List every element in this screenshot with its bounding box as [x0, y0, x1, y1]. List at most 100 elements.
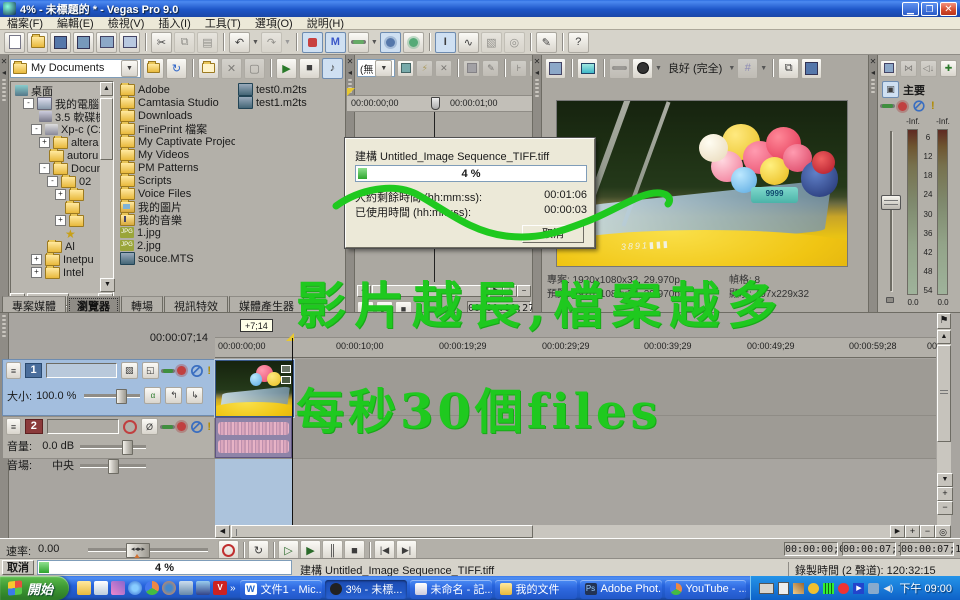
close-button[interactable]: ✕ — [940, 2, 957, 16]
timeline-ruler[interactable]: 00:00:00;00 00:00:10;00 00:00:19;29 00:0… — [215, 338, 936, 358]
tree-item[interactable]: -02 — [13, 175, 113, 188]
address-dropdown-icon[interactable]: ▼ — [121, 60, 138, 77]
tray-player-icon[interactable]: ▶ — [853, 583, 864, 594]
tree-item[interactable]: +Intel — [13, 266, 113, 279]
track1-mute-icon[interactable] — [191, 365, 202, 377]
bus-mute-icon[interactable] — [913, 100, 924, 111]
copy-icon[interactable]: ⧉ — [174, 32, 195, 53]
track1-plug-icon[interactable] — [163, 369, 173, 373]
mixer-properties-icon[interactable] — [880, 60, 897, 77]
tray-eq-icon[interactable] — [823, 583, 834, 594]
overlay-grid-icon[interactable]: # — [737, 58, 758, 79]
refresh-icon[interactable]: ↻ — [166, 58, 187, 79]
quality-dropdown-icon[interactable]: ▼ — [655, 65, 662, 72]
trimmer-scrollbar[interactable]: ◀ ▶ + − — [357, 285, 531, 297]
ql-document-icon[interactable] — [94, 581, 108, 595]
list-item[interactable]: PM Patterns — [120, 161, 235, 174]
downmix-icon[interactable]: ✚ — [940, 60, 957, 77]
ql-folder-icon[interactable] — [77, 581, 91, 595]
edit-icon[interactable]: ✎ — [482, 60, 499, 77]
marker-tool-icon[interactable]: ⚑ — [937, 313, 951, 329]
open-icon[interactable] — [27, 32, 48, 53]
track2-lane[interactable] — [215, 416, 936, 459]
render-as-icon[interactable] — [73, 32, 94, 53]
track1-name-field[interactable] — [46, 363, 117, 378]
close-pane-icon[interactable]: ✕ — [533, 57, 541, 66]
list-item[interactable]: test1.m2ts — [238, 96, 338, 109]
event-crop-icon[interactable] — [281, 365, 291, 373]
pin-pane-icon[interactable]: ◂ — [533, 68, 541, 77]
track2-record-icon[interactable] — [123, 420, 137, 434]
list-item[interactable]: JPG1.jpg — [120, 226, 235, 239]
task-notepad[interactable]: 未命名 - 記... — [410, 580, 492, 599]
tray-ime-icon[interactable] — [778, 582, 789, 595]
playhead-cursor[interactable] — [292, 338, 293, 525]
tree-item[interactable]: + — [13, 214, 113, 227]
track-grip[interactable]: ≡ — [6, 362, 21, 379]
ql-mail-icon[interactable] — [179, 581, 193, 595]
status-cancel-button[interactable]: 取消 — [2, 560, 34, 575]
pin-pane-icon[interactable]: ◂ — [346, 68, 354, 77]
bus-plug-icon[interactable] — [882, 104, 893, 108]
audio-event-clip[interactable] — [215, 417, 292, 458]
selection-start-timecode[interactable]: 00:00:00;00 — [784, 542, 838, 556]
tree-item[interactable]: 3.5 軟碟機 — [13, 110, 113, 123]
menu-view[interactable]: 檢視(V) — [101, 15, 152, 31]
list-item[interactable]: FinePrint 檔案 — [120, 122, 235, 135]
trimmer-ruler[interactable]: 00:00:00;00 00:00:01;00 — [347, 95, 533, 112]
ql-overflow-chevron-icon[interactable]: » — [230, 583, 236, 594]
list-item[interactable]: JPG2.jpg — [120, 239, 235, 252]
track2-pan-slider[interactable] — [80, 464, 146, 467]
ql-vb-icon[interactable]: V — [213, 581, 227, 595]
track-motion-icon[interactable]: ▧ — [121, 362, 138, 379]
taskbar-clock[interactable]: 下午 09:00 — [899, 580, 952, 596]
zoom-tool-icon[interactable]: ◎ — [504, 32, 525, 53]
restore-button[interactable]: ❐ — [921, 2, 938, 16]
explorer-grip[interactable]: ✕ ◂ — [0, 55, 9, 312]
undo-dropdown-icon[interactable]: ▼ — [252, 39, 259, 46]
save-icon[interactable] — [50, 32, 71, 53]
ignore-grouping-icon[interactable] — [380, 32, 401, 53]
marker-in-icon[interactable]: ⊦ — [510, 60, 527, 77]
task-adobe[interactable]: PsAdobe Phot... — [580, 580, 662, 599]
track2-solo-icon[interactable]: ! — [207, 421, 211, 433]
task-vegas-render[interactable]: 3% - 未標... — [325, 580, 407, 599]
bus-fx-icon[interactable] — [898, 102, 907, 111]
new-folder-icon[interactable] — [198, 58, 219, 79]
menu-tools[interactable]: 工具(T) — [198, 15, 248, 31]
tray-warning-icon[interactable] — [808, 583, 819, 594]
auto-preview-icon[interactable]: ♪ — [322, 58, 343, 79]
preview-quality-icon[interactable] — [632, 58, 653, 79]
child-track-icon[interactable]: ↳ — [186, 387, 203, 404]
tray-pen-icon[interactable] — [793, 583, 804, 594]
fader-lock-icon[interactable] — [886, 297, 894, 303]
group-icon[interactable] — [403, 32, 424, 53]
menu-edit[interactable]: 編輯(E) — [50, 15, 101, 31]
task-word[interactable]: W文件1 - Mic... — [240, 580, 322, 599]
lock-envelopes-icon[interactable] — [348, 32, 369, 53]
split-screen-icon[interactable] — [609, 58, 630, 79]
list-item[interactable]: Downloads — [120, 109, 235, 122]
list-item[interactable]: 我的圖片 — [120, 200, 235, 213]
list-item[interactable]: Camtasia Studio — [120, 96, 235, 109]
cut-icon[interactable]: ✂ — [151, 32, 172, 53]
save-snapshot-icon[interactable] — [801, 58, 822, 79]
mixer-grip[interactable]: ✕ ◂ — [869, 55, 878, 312]
tree-item[interactable]: +Inetpu — [13, 253, 113, 266]
pin-pane-icon[interactable]: ◂ — [869, 68, 877, 77]
tree-item[interactable]: 桌面 — [13, 84, 113, 97]
media-fx-icon[interactable] — [397, 60, 414, 77]
ql-media-icon[interactable] — [196, 581, 210, 595]
timeline-hscrollbar[interactable]: ◀ ▶ + − ◎ — [215, 525, 951, 538]
trim-marker-flag[interactable] — [347, 88, 355, 96]
copy-snapshot-icon[interactable]: ⧉ — [778, 58, 799, 79]
list-item[interactable]: Scripts — [120, 174, 235, 187]
track2-fx-icon[interactable] — [177, 422, 186, 431]
favorites-icon[interactable]: ▢ — [244, 58, 265, 79]
track2-name-field[interactable] — [47, 419, 120, 434]
track1-header[interactable]: ≡ 1 ▧ ◱ ! 大小: 100.0 % α ↰ ↳ — [2, 359, 215, 416]
tree-item[interactable]: autoru — [13, 149, 113, 162]
quality-dropdown2-icon[interactable]: ▼ — [728, 65, 735, 72]
list-item[interactable]: Adobe — [120, 83, 235, 96]
list-item[interactable]: 我的音樂 — [120, 213, 235, 226]
